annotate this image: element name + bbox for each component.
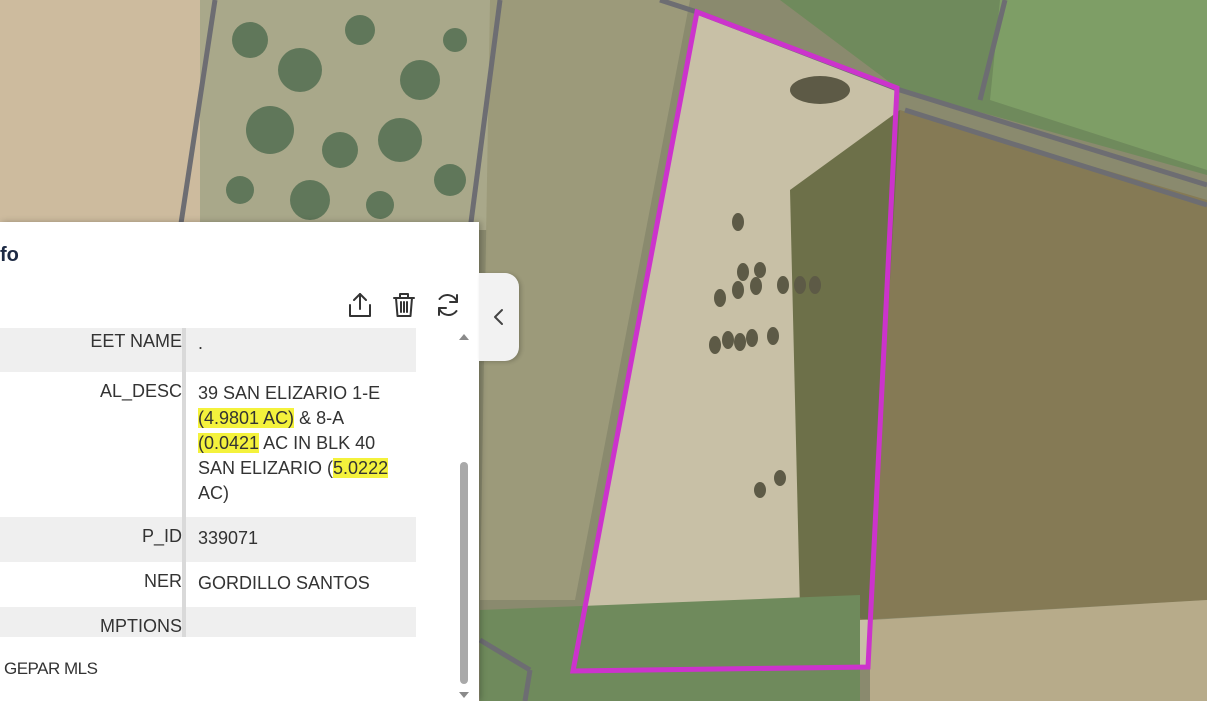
refresh-button[interactable] <box>433 290 463 320</box>
attribute-table: EET NAME . AL_DESC 39 SAN ELIZARIO 1-E (4… <box>0 328 416 637</box>
delete-button[interactable] <box>389 290 419 320</box>
attribute-table-container[interactable]: EET NAME . AL_DESC 39 SAN ELIZARIO 1-E (4… <box>0 328 416 680</box>
attribute-value: . <box>184 328 416 372</box>
map-field-bottom <box>480 595 860 701</box>
scrollbar[interactable] <box>457 328 471 700</box>
attribute-key: MPTIONS <box>0 607 186 637</box>
share-button[interactable] <box>345 290 375 320</box>
table-row: AL_DESC 39 SAN ELIZARIO 1-E (4.9801 AC) &… <box>0 372 416 517</box>
share-icon <box>349 293 371 317</box>
refresh-icon <box>438 294 458 316</box>
attribute-key: NER <box>0 562 186 607</box>
table-row: NER GORDILLO SANTOS <box>0 562 416 607</box>
table-row: P_ID 339071 <box>0 517 416 562</box>
collapse-panel-button[interactable] <box>479 273 519 361</box>
table-row: EET NAME . <box>0 328 416 372</box>
attribute-value: 339071 <box>184 517 416 562</box>
scroll-up-icon[interactable] <box>459 334 469 340</box>
scroll-thumb[interactable] <box>460 462 468 684</box>
highlight-mark: (0.0421 <box>198 433 260 453</box>
attribute-key: P_ID <box>0 517 186 562</box>
highlight-mark: (4.9801 AC) <box>198 408 295 428</box>
chevron-left-icon <box>494 309 503 325</box>
trash-icon <box>393 293 415 317</box>
scroll-down-icon[interactable] <box>459 692 469 698</box>
attribute-value: GORDILLO SANTOS <box>184 562 416 607</box>
table-row: MPTIONS <box>0 607 416 637</box>
highlight-mark: 5.0222 <box>333 458 389 478</box>
panel-title: fo <box>0 244 19 266</box>
attribute-value <box>184 607 416 637</box>
attribute-key: AL_DESC <box>0 372 186 517</box>
parcel-info-panel: fo EET NAME . AL_DESC 39 SAN ELIZARIO 1-… <box>0 222 479 701</box>
section-label: GEPAR MLS <box>4 659 98 678</box>
panel-toolbar <box>345 290 463 320</box>
attribute-value: 39 SAN ELIZARIO 1-E (4.9801 AC) & 8-A (0.0… <box>184 372 416 517</box>
attribute-key: EET NAME <box>0 328 186 372</box>
